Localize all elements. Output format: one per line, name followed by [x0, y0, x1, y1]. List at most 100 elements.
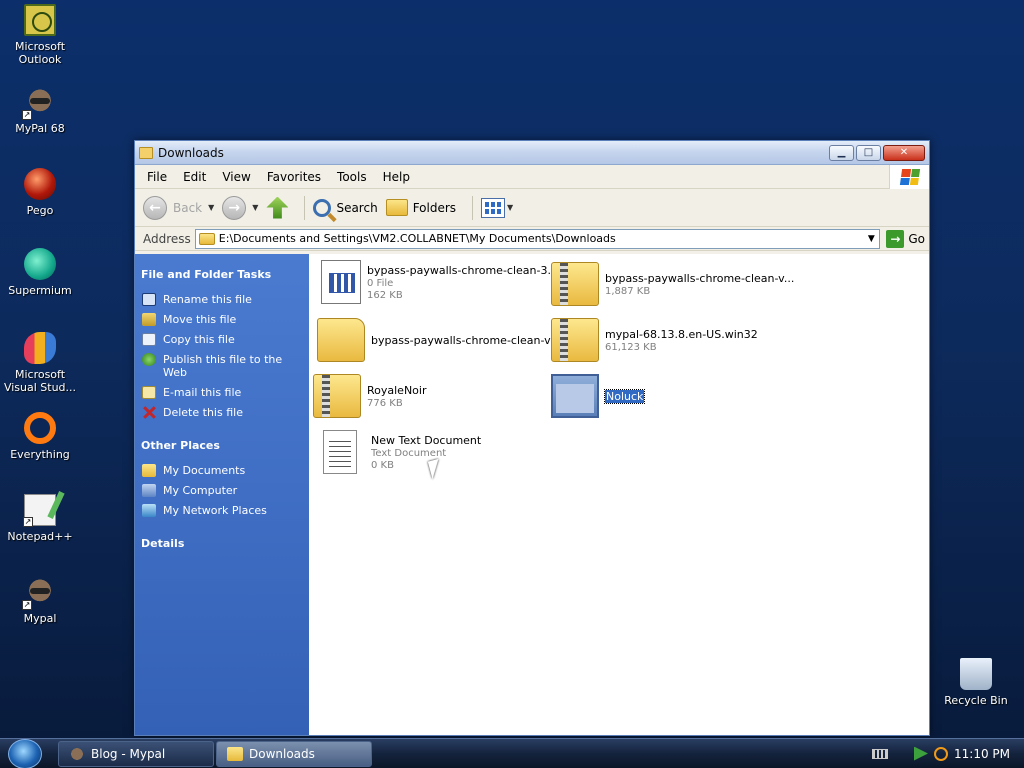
chevron-down-icon[interactable]: ▼: [252, 203, 258, 212]
start-button[interactable]: [8, 738, 42, 768]
zip-folder-icon: [551, 318, 599, 362]
address-input[interactable]: E:\Documents and Settings\VM2.COLLABNET\…: [194, 228, 881, 249]
menu-tools[interactable]: Tools: [329, 170, 375, 184]
pego-icon: [24, 168, 56, 200]
chevron-down-icon[interactable]: ▼: [863, 230, 879, 248]
file-name: mypal-68.13.8.en-US.win32: [605, 327, 758, 341]
views-icon: [481, 197, 506, 218]
window-title: Downloads: [158, 145, 224, 160]
my-documents-icon: [142, 464, 156, 477]
place-label: My Documents: [163, 464, 246, 477]
desktop-icon-everything[interactable]: Everything: [2, 412, 78, 461]
folders-button[interactable]: Folders: [385, 199, 456, 216]
search-button[interactable]: Search: [313, 198, 378, 217]
visual-studio-icon: [24, 332, 56, 364]
place-my-documents[interactable]: My Documents: [141, 464, 303, 477]
menu-help[interactable]: Help: [375, 170, 418, 184]
views-button[interactable]: ▼: [481, 197, 513, 218]
zip-folder-icon: [551, 262, 599, 306]
other-places-title[interactable]: Other Places: [141, 439, 303, 452]
task-publish[interactable]: Publish this file to the Web: [141, 353, 303, 379]
desktop-icon-notepadpp[interactable]: ↗ Notepad++: [2, 494, 78, 543]
desktop-icon-supermium[interactable]: Supermium: [2, 248, 78, 297]
task-email[interactable]: E-mail this file: [141, 386, 303, 399]
keyboard-icon[interactable]: [872, 748, 888, 759]
mypal-icon: ↗: [22, 86, 56, 120]
toolbar-separator: [304, 195, 306, 220]
file-item-selected[interactable]: Noluck: [551, 374, 787, 418]
task-label: Rename this file: [163, 293, 252, 306]
other-places: Other Places My Documents My Computer My…: [141, 439, 303, 517]
search-label: Search: [336, 200, 378, 215]
search-icon[interactable]: [934, 746, 948, 761]
taskbar-button-blog-mypal[interactable]: Blog - Mypal: [58, 740, 214, 767]
move-icon: [142, 313, 156, 326]
menu-bar: File Edit View Favorites Tools Help: [135, 165, 929, 189]
desktop-icon-outlook[interactable]: Microsoft Outlook: [2, 4, 78, 66]
desktop-icon-label: Notepad++: [7, 530, 73, 543]
place-my-computer[interactable]: My Computer: [141, 484, 303, 497]
up-folder-icon: [266, 196, 289, 219]
network-icon[interactable]: [914, 746, 928, 761]
file-name: New Text Document: [371, 433, 482, 447]
desktop-icon-recycle-bin[interactable]: Recycle Bin: [938, 658, 1014, 707]
clock[interactable]: 11:10 PM: [954, 747, 1010, 761]
menu-file[interactable]: File: [139, 170, 175, 184]
desktop-icon-mypal[interactable]: ↗ Mypal: [2, 576, 78, 625]
forward-button[interactable]: → ▼: [222, 195, 258, 220]
up-button[interactable]: [266, 196, 289, 219]
file-item[interactable]: bypass-paywalls-chrome-clean-3.... 0 Fil…: [317, 260, 561, 304]
windows-logo: [889, 165, 929, 189]
task-rename[interactable]: Rename this file: [141, 293, 303, 306]
file-size: 776 KB: [367, 397, 403, 409]
minimize-button[interactable]: ▁: [829, 144, 854, 161]
windows-flag-icon: [899, 169, 920, 185]
maximize-button[interactable]: □: [856, 144, 881, 161]
file-item[interactable]: bypass-paywalls-chrome-clean-v...: [317, 318, 560, 362]
taskbar-button-label: Blog - Mypal: [91, 746, 166, 761]
zip-folder-icon: [313, 374, 361, 418]
desktop-icon-mypal-68[interactable]: ↗ MyPal 68: [2, 86, 78, 135]
folder-icon: [317, 318, 365, 362]
menu-edit[interactable]: Edit: [175, 170, 214, 184]
back-button[interactable]: ← Back ▼: [143, 195, 214, 220]
place-my-network[interactable]: My Network Places: [141, 504, 303, 517]
publish-web-icon: [142, 353, 156, 366]
file-name: Noluck: [603, 388, 646, 404]
address-path: E:\Documents and Settings\VM2.COLLABNET\…: [218, 232, 616, 245]
close-button[interactable]: ✕: [883, 144, 925, 161]
details-title[interactable]: Details: [141, 537, 303, 550]
file-name: bypass-paywalls-chrome-clean-v...: [371, 333, 561, 347]
text-document-icon: [323, 430, 357, 474]
task-label: Move this file: [163, 313, 237, 326]
menu-view[interactable]: View: [214, 170, 258, 184]
desktop-icon-visual-studio[interactable]: Microsoft Visual Stud...: [2, 332, 78, 394]
chevron-down-icon[interactable]: ▼: [208, 203, 214, 212]
file-item[interactable]: mypal-68.13.8.en-US.win32 61,123 KB: [551, 318, 787, 362]
file-name: bypass-paywalls-chrome-clean-v...: [605, 271, 795, 285]
file-item[interactable]: RoyaleNoir 776 KB: [313, 374, 549, 418]
file-name: bypass-paywalls-chrome-clean-3....: [367, 263, 562, 277]
address-bar: Address E:\Documents and Settings\VM2.CO…: [135, 227, 929, 251]
go-button[interactable]: → Go: [886, 229, 925, 248]
back-label: Back: [173, 200, 203, 215]
menu-favorites[interactable]: Favorites: [259, 170, 329, 184]
file-folder-tasks: File and Folder Tasks Rename this file M…: [141, 268, 303, 419]
task-delete[interactable]: Delete this file: [141, 406, 303, 419]
title-bar[interactable]: Downloads ▁ □ ✕: [135, 141, 929, 165]
file-folder-tasks-title[interactable]: File and Folder Tasks: [141, 268, 303, 281]
application-icon: [551, 374, 599, 418]
desktop-icon-pego[interactable]: Pego: [2, 168, 78, 217]
file-size: 1,887 KB: [605, 285, 651, 297]
back-arrow-icon: ←: [143, 195, 167, 220]
email-icon: [142, 386, 156, 399]
folder-icon: [385, 199, 408, 216]
task-move[interactable]: Move this file: [141, 313, 303, 326]
search-icon: [313, 198, 332, 217]
explorer-window: Downloads ▁ □ ✕ File Edit View Favorites…: [134, 140, 930, 736]
taskbar-button-downloads[interactable]: Downloads: [216, 740, 372, 767]
rename-icon: [142, 293, 156, 306]
desktop-icon-label: Everything: [10, 448, 70, 461]
file-item[interactable]: bypass-paywalls-chrome-clean-v... 1,887 …: [551, 262, 794, 306]
task-copy[interactable]: Copy this file: [141, 333, 303, 346]
